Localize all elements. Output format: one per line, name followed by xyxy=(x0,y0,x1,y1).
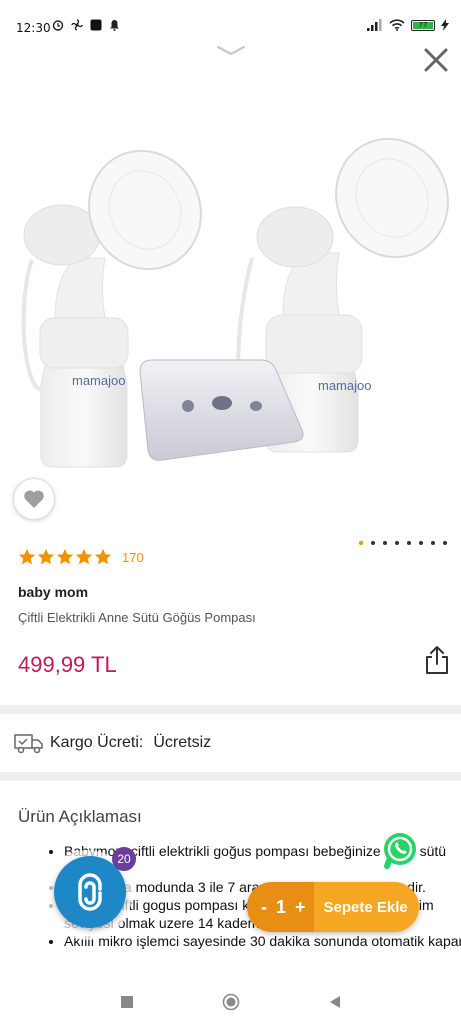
heart-icon xyxy=(24,490,44,508)
star-icon xyxy=(56,548,74,565)
product-image[interactable]: mamajoo mamajoo xyxy=(0,80,461,530)
gallery-dot[interactable] xyxy=(443,541,447,545)
whatsapp-icon[interactable] xyxy=(380,830,420,870)
star-icon xyxy=(18,548,36,565)
charging-icon xyxy=(441,19,449,31)
quantity-plus-button[interactable]: + xyxy=(295,897,306,918)
section-divider xyxy=(0,705,461,714)
bottle-brand-label: mamajoo xyxy=(72,373,125,388)
add-to-cart-button[interactable]: Sepete Ekle xyxy=(314,899,408,916)
gallery-dot[interactable] xyxy=(419,541,423,545)
product-rating[interactable]: 170 xyxy=(18,548,144,566)
product-brand[interactable]: baby mom xyxy=(18,584,88,600)
description-item: Akıllı mikro işlemci sayesinde 30 dakika… xyxy=(64,932,461,950)
quantity-minus-button[interactable]: - xyxy=(261,897,267,918)
star-icon xyxy=(75,548,93,565)
fan-icon xyxy=(71,19,83,31)
share-icon[interactable] xyxy=(424,645,450,675)
gallery-pagination xyxy=(359,541,447,545)
wifi-icon xyxy=(389,19,405,31)
home-icon[interactable] xyxy=(222,993,240,1011)
app-square-icon xyxy=(90,19,102,31)
star-icon xyxy=(37,548,55,565)
status-bar: 12:30 77 xyxy=(0,0,461,40)
rating-stars xyxy=(18,548,112,566)
bell-icon xyxy=(110,20,119,31)
product-price: 499,99 TL xyxy=(18,652,117,677)
chat-assistant-icon xyxy=(78,873,102,911)
status-system-icons: 77 xyxy=(367,19,449,31)
add-to-cart-bar: - 1 + Sepete Ekle xyxy=(247,882,419,932)
product-name: Çiftli Elektrikli Anne Sütü Göğüs Pompas… xyxy=(18,610,256,625)
favorite-button[interactable] xyxy=(13,478,55,520)
chevron-down-icon[interactable] xyxy=(216,44,246,58)
gallery-dot[interactable] xyxy=(383,541,387,545)
bottle-brand-label-2: mamajoo xyxy=(318,378,371,393)
close-icon[interactable] xyxy=(420,44,452,76)
recents-icon[interactable] xyxy=(120,995,134,1009)
status-time: 12:30 xyxy=(16,21,51,35)
shipping-value: Ücretsiz xyxy=(153,734,212,751)
description-title: Ürün Açıklaması xyxy=(18,807,142,826)
alarm-icon xyxy=(52,20,64,31)
section-divider xyxy=(0,772,461,781)
shipping-label: Kargo Ücreti: xyxy=(50,734,144,751)
quantity-stepper[interactable]: - 1 + xyxy=(247,882,314,932)
back-icon[interactable] xyxy=(328,995,342,1009)
star-icon xyxy=(94,548,112,565)
shipping-info: Kargo Ücreti: Ücretsiz xyxy=(14,732,211,754)
gallery-dot[interactable] xyxy=(395,541,399,545)
gallery-dot[interactable] xyxy=(359,541,363,545)
signal-icon xyxy=(367,19,382,31)
chat-badge: 20 xyxy=(112,847,136,871)
system-nav-bar xyxy=(0,979,461,1024)
quantity-value: 1 xyxy=(276,896,287,917)
battery-level: 77 xyxy=(413,21,433,29)
truck-icon xyxy=(14,734,43,754)
status-notification-icons xyxy=(52,19,120,31)
gallery-dot[interactable] xyxy=(371,541,375,545)
battery-icon: 77 xyxy=(411,19,435,31)
gallery-dot[interactable] xyxy=(431,541,435,545)
gallery-dot[interactable] xyxy=(407,541,411,545)
rating-count: 170 xyxy=(122,549,144,565)
